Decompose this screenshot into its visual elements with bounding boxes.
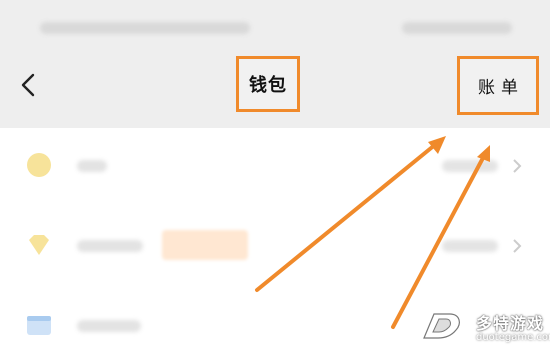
watermark-title: 多特游戏: [476, 314, 545, 333]
header: 钱包 账单: [0, 0, 550, 128]
page-title: 钱包: [249, 75, 287, 96]
list-item-label: [77, 320, 141, 332]
title-highlight-box: 钱包: [236, 56, 300, 112]
bill-button[interactable]: 账单: [457, 56, 539, 115]
chevron-left-icon: [21, 73, 35, 97]
list-item-value: [442, 160, 498, 172]
back-button[interactable]: [14, 70, 44, 100]
site-logo-icon: [423, 313, 460, 339]
watermark-url: duotegame.com: [476, 332, 550, 343]
card-icon: [27, 316, 51, 335]
wallet-screen: 钱包 账单 多特游戏 duotegame.com: [0, 0, 550, 356]
list-item[interactable]: [0, 216, 550, 276]
list-item[interactable]: [0, 136, 550, 196]
list-item-label: [77, 160, 107, 172]
promo-badge: [162, 230, 248, 260]
list-item-value: [442, 240, 498, 252]
site-watermark: 多特游戏 duotegame.com: [420, 306, 550, 352]
coin-icon: [27, 153, 51, 177]
chevron-right-icon: [513, 159, 522, 173]
status-bar-right-info: [402, 22, 512, 34]
status-bar-left-info: [40, 22, 250, 34]
bill-button-label: 账单: [478, 78, 524, 98]
list-item-label: [77, 240, 143, 252]
chevron-right-icon: [513, 239, 522, 253]
status-bar: [0, 0, 550, 58]
diamond-icon: [29, 235, 49, 255]
